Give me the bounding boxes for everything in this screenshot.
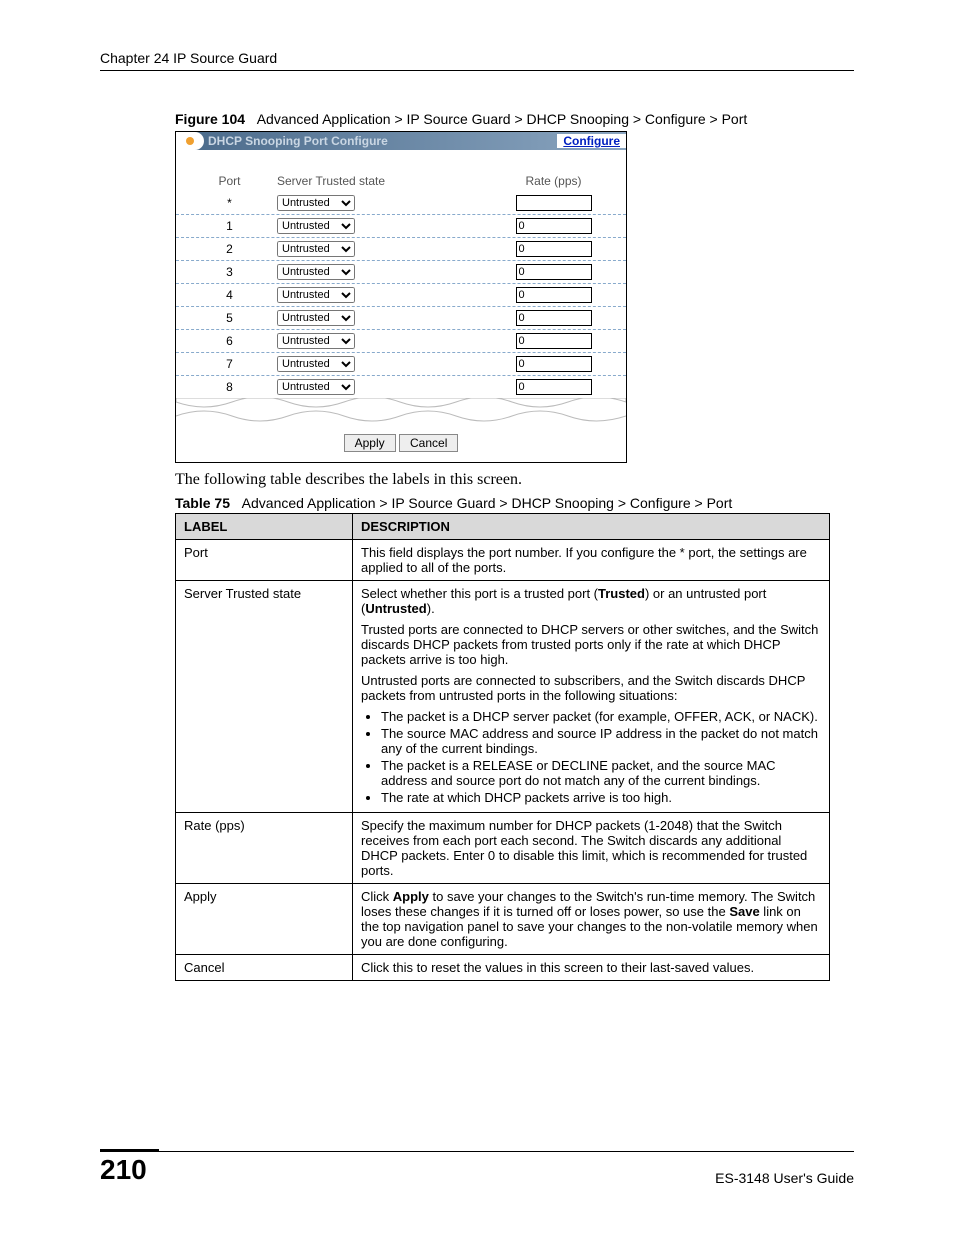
screenshot-title: DHCP Snooping Port Configure — [204, 134, 557, 148]
chapter-heading: Chapter 24 IP Source Guard — [100, 50, 854, 71]
table-row: Cancel Click this to reset the values in … — [176, 955, 830, 981]
port-number: 7 — [182, 357, 277, 371]
table-caption-text: Advanced Application > IP Source Guard >… — [242, 495, 733, 511]
desc-paragraph: Untrusted ports are connected to subscri… — [361, 673, 821, 703]
figure-text: Advanced Application > IP Source Guard >… — [257, 111, 748, 127]
screenshot-buttons: Apply Cancel — [176, 424, 626, 462]
table-row: Server Trusted state Select whether this … — [176, 581, 830, 813]
list-item: The packet is a DHCP server packet (for … — [381, 709, 821, 724]
table-label: Table 75 — [175, 495, 230, 511]
rate-input[interactable] — [516, 310, 592, 326]
rate-input[interactable] — [516, 264, 592, 280]
server-trusted-select[interactable]: Untrusted — [277, 333, 355, 349]
port-number: 4 — [182, 288, 277, 302]
label-cell: Server Trusted state — [176, 581, 353, 813]
table-row: Port This field displays the port number.… — [176, 540, 830, 581]
table-caption: Table 75 Advanced Application > IP Sourc… — [175, 495, 854, 511]
rate-input[interactable] — [516, 241, 592, 257]
port-row: *Untrusted — [176, 192, 626, 214]
server-trusted-select[interactable]: Untrusted — [277, 379, 355, 395]
label-cell: Cancel — [176, 955, 353, 981]
port-row: 8Untrusted — [176, 375, 626, 398]
desc-paragraph: Trusted ports are connected to DHCP serv… — [361, 622, 821, 667]
desc-cell: Click this to reset the values in this s… — [353, 955, 830, 981]
port-number: 2 — [182, 242, 277, 256]
desc-cell: Select whether this port is a trusted po… — [353, 581, 830, 813]
port-row: 4Untrusted — [176, 283, 626, 306]
figure-label: Figure 104 — [175, 111, 245, 127]
configure-link[interactable]: Configure — [557, 134, 626, 148]
label-cell: Port — [176, 540, 353, 581]
col-port-header: Port — [182, 174, 277, 188]
tab-indicator-icon — [176, 132, 204, 150]
port-row: 3Untrusted — [176, 260, 626, 283]
torn-edge-icon — [176, 398, 626, 424]
figure-caption: Figure 104 Advanced Application > IP Sou… — [175, 111, 854, 127]
port-number: 6 — [182, 334, 277, 348]
port-row: 2Untrusted — [176, 237, 626, 260]
rate-input[interactable] — [516, 333, 592, 349]
col-sts-header: Server Trusted state — [277, 174, 487, 188]
port-number: 8 — [182, 380, 277, 394]
page-number: 210 — [100, 1149, 159, 1186]
intro-text: The following table describes the labels… — [175, 471, 854, 489]
desc-paragraph: Specify the maximum number for DHCP pack… — [361, 818, 821, 878]
desc-cell: Click Apply to save your changes to the … — [353, 884, 830, 955]
rate-input[interactable] — [516, 379, 592, 395]
screenshot-panel: DHCP Snooping Port Configure Configure P… — [175, 131, 627, 463]
desc-paragraph: Click Apply to save your changes to the … — [361, 889, 821, 949]
th-label: LABEL — [176, 514, 353, 540]
port-row: 6Untrusted — [176, 329, 626, 352]
screenshot-col-headers: Port Server Trusted state Rate (pps) — [176, 150, 626, 192]
screenshot-header: DHCP Snooping Port Configure Configure — [176, 132, 626, 150]
port-number: 5 — [182, 311, 277, 325]
server-trusted-select[interactable]: Untrusted — [277, 264, 355, 280]
desc-paragraph: Click this to reset the values in this s… — [361, 960, 821, 975]
desc-list: The packet is a DHCP server packet (for … — [361, 709, 821, 805]
server-trusted-select[interactable]: Untrusted — [277, 287, 355, 303]
col-rate-header: Rate (pps) — [487, 174, 620, 188]
server-trusted-select[interactable]: Untrusted — [277, 310, 355, 326]
desc-cell: Specify the maximum number for DHCP pack… — [353, 813, 830, 884]
port-row: 1Untrusted — [176, 214, 626, 237]
server-trusted-select[interactable]: Untrusted — [277, 241, 355, 257]
server-trusted-select[interactable]: Untrusted — [277, 218, 355, 234]
server-trusted-select[interactable]: Untrusted — [277, 195, 355, 211]
list-item: The packet is a RELEASE or DECLINE packe… — [381, 758, 821, 788]
list-item: The rate at which DHCP packets arrive is… — [381, 790, 821, 805]
list-item: The source MAC address and source IP add… — [381, 726, 821, 756]
desc-paragraph: This field displays the port number. If … — [361, 545, 821, 575]
desc-paragraph: Select whether this port is a trusted po… — [361, 586, 821, 616]
guide-name: ES-3148 User's Guide — [715, 1170, 854, 1186]
rate-input[interactable] — [516, 195, 592, 211]
cancel-button[interactable]: Cancel — [399, 434, 458, 452]
port-number: * — [182, 196, 277, 210]
rate-input[interactable] — [516, 218, 592, 234]
port-row: 7Untrusted — [176, 352, 626, 375]
rate-input[interactable] — [516, 287, 592, 303]
description-table: LABEL DESCRIPTION Port This field display… — [175, 513, 830, 981]
label-cell: Apply — [176, 884, 353, 955]
port-row: 5Untrusted — [176, 306, 626, 329]
port-number: 1 — [182, 219, 277, 233]
table-row: ApplyClick Apply to save your changes to… — [176, 884, 830, 955]
th-desc: DESCRIPTION — [353, 514, 830, 540]
desc-cell: This field displays the port number. If … — [353, 540, 830, 581]
label-cell: Rate (pps) — [176, 813, 353, 884]
page-footer: 210 ES-3148 User's Guide — [100, 1151, 854, 1186]
rate-input[interactable] — [516, 356, 592, 372]
table-row: Rate (pps)Specify the maximum number for… — [176, 813, 830, 884]
server-trusted-select[interactable]: Untrusted — [277, 356, 355, 372]
port-number: 3 — [182, 265, 277, 279]
apply-button[interactable]: Apply — [344, 434, 396, 452]
